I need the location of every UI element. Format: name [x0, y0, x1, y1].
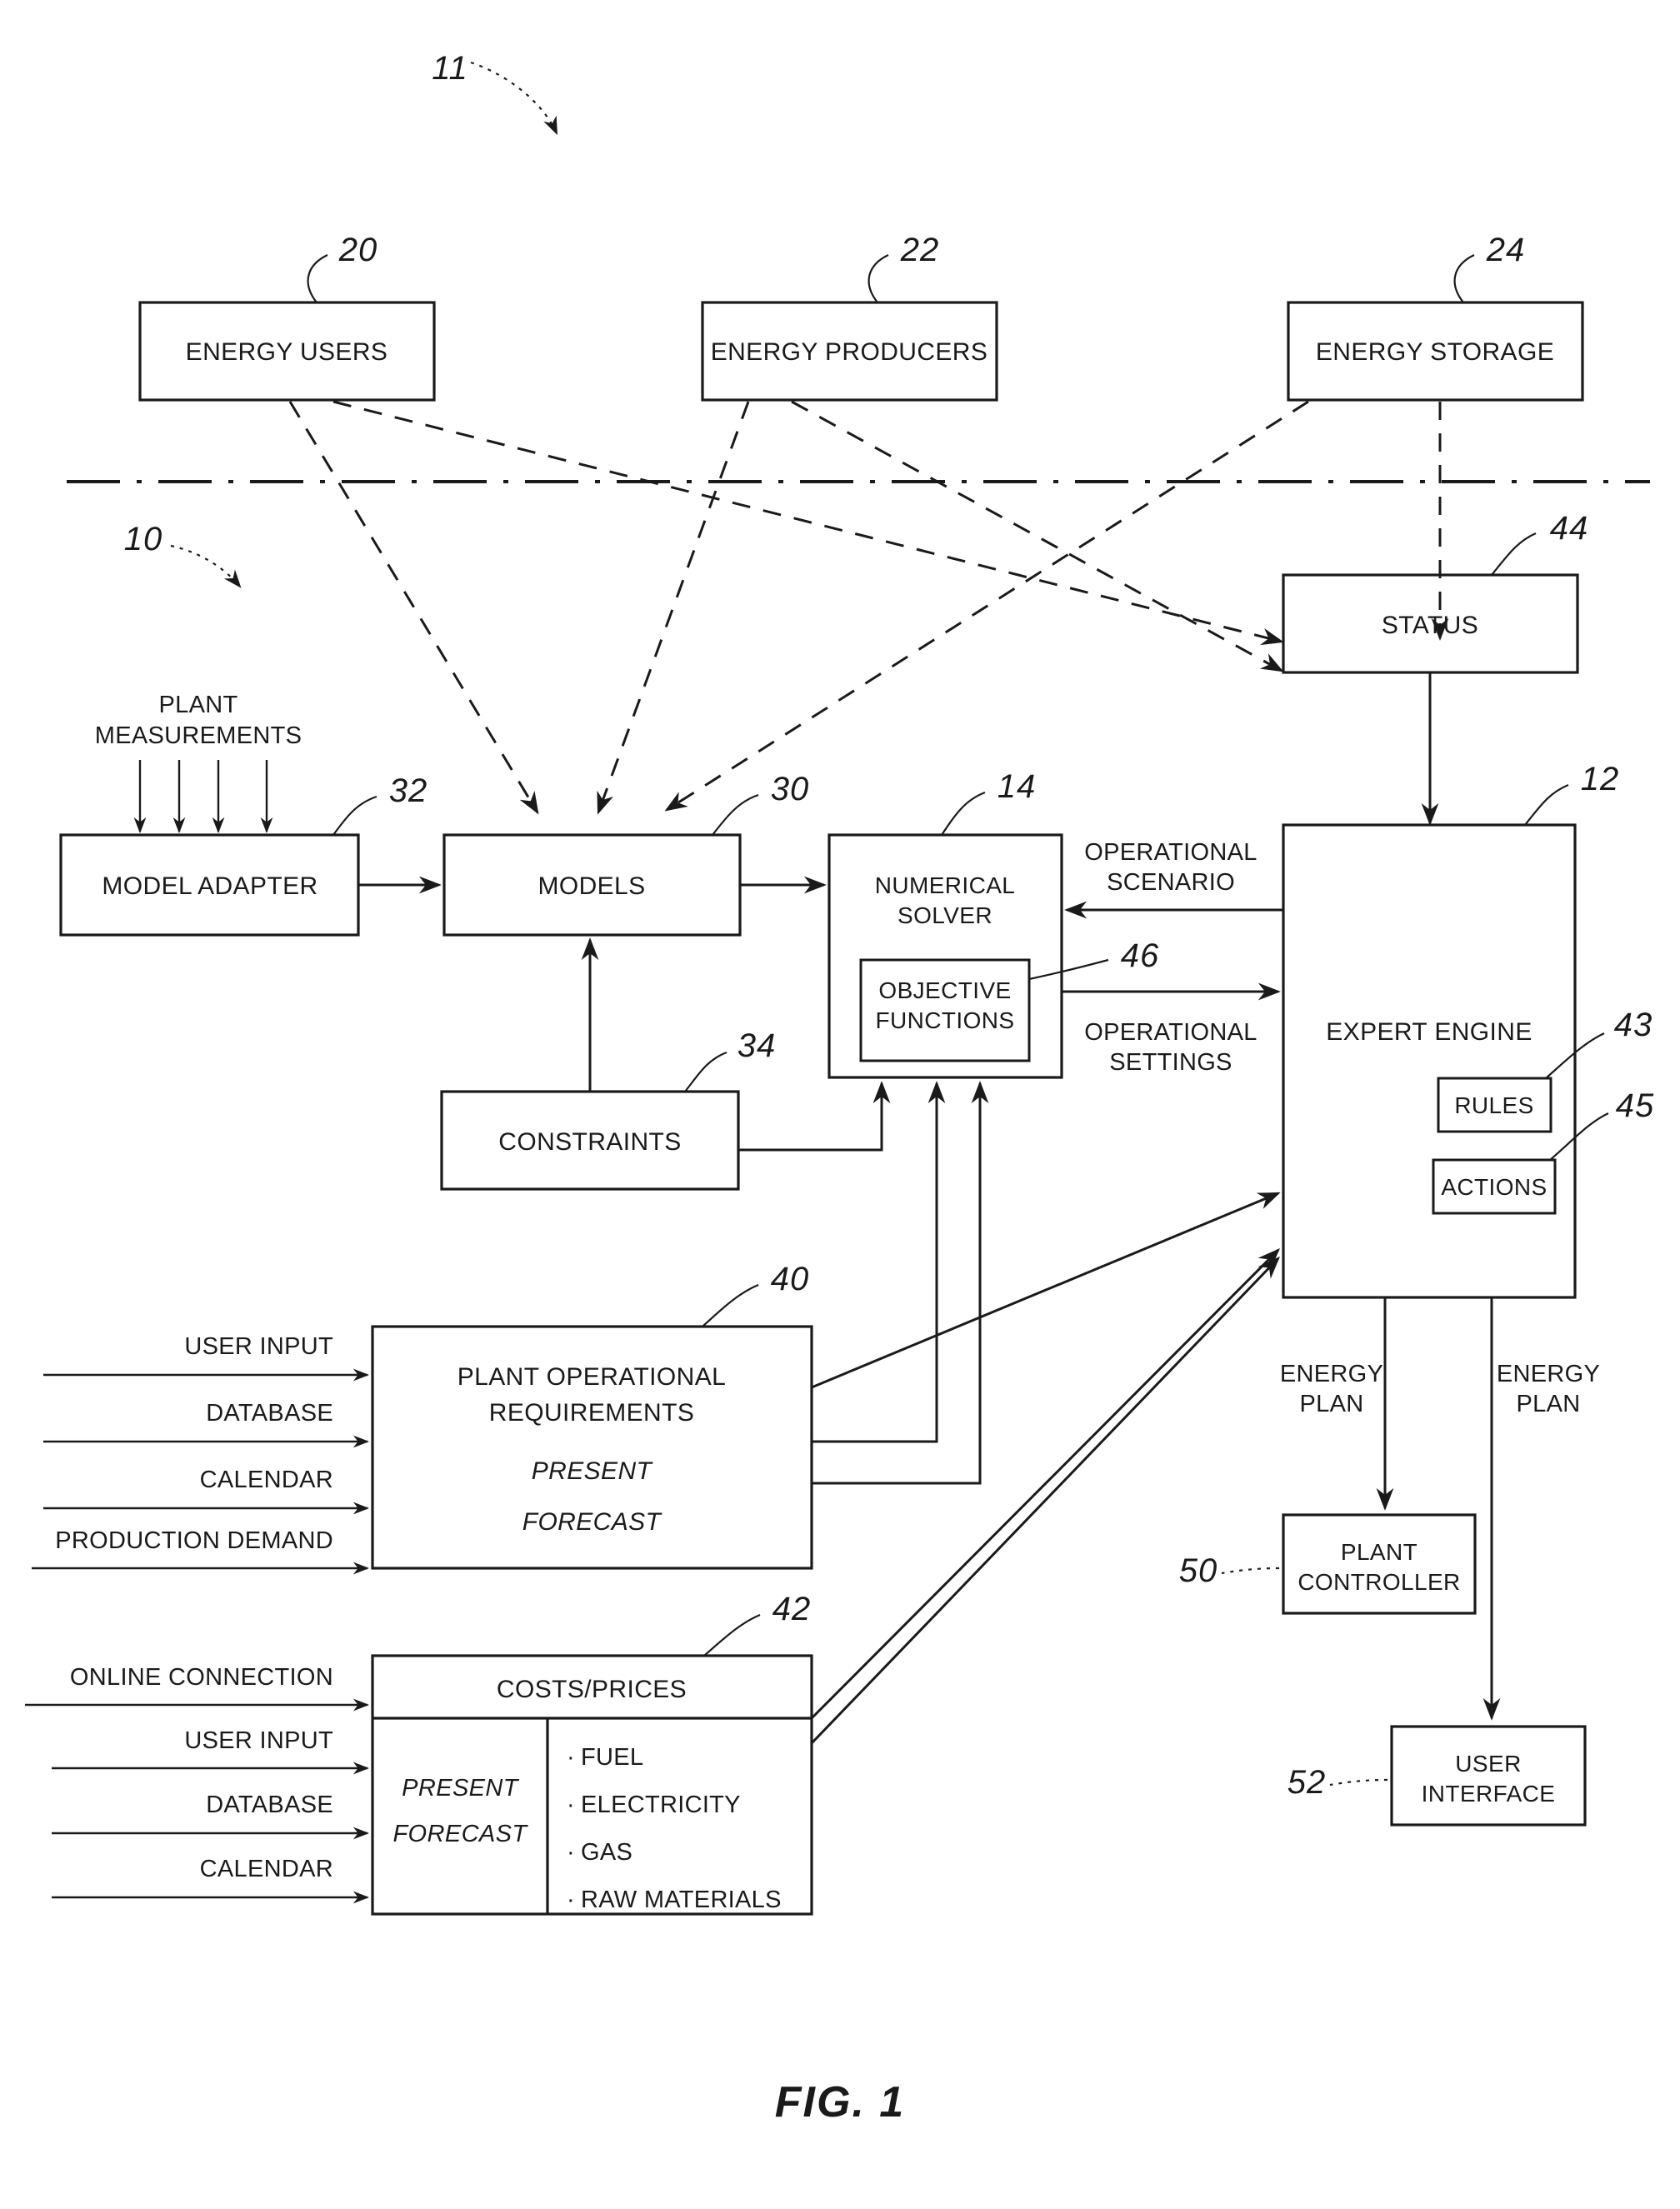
- numerical-solver-label-line1: NUMERICAL: [875, 872, 1016, 898]
- ref-46: 46: [1121, 937, 1160, 974]
- costs-forecast: FORECAST: [392, 1821, 528, 1847]
- energy-producers-label: ENERGY PRODUCERS: [711, 338, 988, 366]
- energy-plan-outputs: ENERGY PLAN ENERGY PLAN: [1280, 1297, 1600, 1721]
- actions-text: ACTIONS: [1441, 1174, 1547, 1200]
- models-label: MODELS: [538, 872, 645, 900]
- energy-plan-a-line1: ENERGY: [1280, 1361, 1383, 1387]
- box-plant-operational-requirements[interactable]: PLANT OPERATIONAL REQUIREMENTS PRESENT F…: [32, 1261, 813, 1575]
- energy-users-label: ENERGY USERS: [186, 338, 388, 366]
- costs-bullet-0: ·: [567, 1744, 575, 1771]
- costs-item-1: ELECTRICITY: [581, 1792, 741, 1818]
- ref-45: 45: [1616, 1087, 1655, 1124]
- ref-40: 40: [771, 1261, 810, 1297]
- numerical-solver-label-line2: SOLVER: [898, 902, 992, 928]
- box-expert-engine[interactable]: EXPERT ENGINE 12 RULES 43 ACTIONS 45: [1282, 761, 1655, 1299]
- energy-storage-label: ENERGY STORAGE: [1316, 338, 1554, 366]
- plant-controller-line2: CONTROLLER: [1298, 1569, 1460, 1595]
- box-models[interactable]: MODELS 30: [442, 771, 827, 937]
- patent-figure-page: ENERGY USERS 20 ENERGY PRODUCERS 22 ENER…: [0, 0, 1680, 2209]
- ref-42: 42: [772, 1591, 812, 1627]
- costs-input-0: ONLINE CONNECTION: [70, 1664, 333, 1691]
- box-plant-controller[interactable]: PLANT CONTROLLER 50: [1179, 1513, 1477, 1615]
- objective-functions-line2: FUNCTIONS: [876, 1007, 1015, 1033]
- ref-20: 20: [338, 232, 378, 268]
- plant-measurements-line2: MEASUREMENTS: [95, 722, 302, 749]
- costs-prices-label: COSTS/PRICES: [497, 1676, 687, 1703]
- box-constraints[interactable]: CONSTRAINTS 34: [440, 937, 891, 1191]
- por-input-0: USER INPUT: [184, 1333, 333, 1360]
- ref-10: 10: [124, 521, 163, 557]
- solver-expert-links: OPERATIONAL SCENARIO OPERATIONAL SETTING…: [1062, 839, 1283, 1076]
- costs-item-2: GAS: [581, 1839, 632, 1866]
- energy-plan-b-line2: PLAN: [1517, 1391, 1581, 1417]
- costs-bullet-2: ·: [567, 1839, 575, 1866]
- objective-functions-line1: OBJECTIVE: [878, 977, 1011, 1003]
- plant-controller-line1: PLANT: [1341, 1539, 1418, 1565]
- ref-30: 30: [771, 771, 810, 807]
- box-energy-storage[interactable]: ENERGY STORAGE 24: [1287, 232, 1584, 402]
- ref-34: 34: [738, 1027, 777, 1064]
- user-interface-line2: INTERFACE: [1422, 1781, 1556, 1807]
- operational-scenario-line1: OPERATIONAL: [1084, 839, 1257, 866]
- box-energy-producers[interactable]: ENERGY PRODUCERS 22: [701, 232, 998, 402]
- por-present: PRESENT: [532, 1457, 654, 1485]
- constraints-label: CONSTRAINTS: [498, 1128, 681, 1156]
- operational-settings-line2: SETTINGS: [1109, 1049, 1232, 1076]
- figure-canvas: ENERGY USERS 20 ENERGY PRODUCERS 22 ENER…: [25, 50, 1655, 2127]
- box-costs-prices[interactable]: COSTS/PRICES PRESENT FORECAST · FUEL · E…: [25, 1591, 813, 1916]
- ref-44: 44: [1550, 510, 1589, 547]
- por-forecast: FORECAST: [522, 1508, 663, 1536]
- ref-12: 12: [1581, 761, 1620, 797]
- expert-engine-label: EXPERT ENGINE: [1326, 1018, 1532, 1046]
- costs-bullet-3: ·: [567, 1887, 575, 1913]
- operational-settings-line1: OPERATIONAL: [1084, 1019, 1257, 1046]
- plant-measurements-line1: PLANT: [159, 692, 238, 718]
- costs-input-1: USER INPUT: [184, 1727, 333, 1754]
- ref-22: 22: [900, 232, 940, 268]
- costs-item-0: FUEL: [581, 1744, 643, 1771]
- costs-input-2: DATABASE: [206, 1792, 333, 1818]
- costs-present: PRESENT: [402, 1775, 520, 1802]
- por-input-2: CALENDAR: [200, 1467, 333, 1493]
- costs-input-3: CALENDAR: [200, 1856, 333, 1882]
- box-energy-users[interactable]: ENERGY USERS 20: [138, 232, 436, 402]
- rules-text: RULES: [1454, 1092, 1533, 1118]
- inner-box-text-overlay: RULES ACTIONS: [1435, 1080, 1553, 1212]
- ref-52: 52: [1288, 1764, 1327, 1801]
- costs-item-3: RAW MATERIALS: [581, 1887, 782, 1913]
- ref-24: 24: [1486, 232, 1526, 268]
- energy-plan-a-line2: PLAN: [1300, 1391, 1364, 1417]
- por-line2: REQUIREMENTS: [489, 1399, 695, 1427]
- box-user-interface[interactable]: USER INTERFACE 52: [1288, 1725, 1587, 1827]
- ref-14: 14: [998, 768, 1037, 805]
- operational-scenario-line2: SCENARIO: [1107, 869, 1235, 896]
- ref-50: 50: [1179, 1552, 1218, 1589]
- por-input-1: DATABASE: [206, 1400, 333, 1427]
- box-status[interactable]: STATUS 44: [1282, 510, 1589, 826]
- costs-bullet-1: ·: [567, 1792, 575, 1818]
- ref-43: 43: [1614, 1007, 1653, 1043]
- model-adapter-label: MODEL ADAPTER: [102, 872, 318, 900]
- por-line1: PLANT OPERATIONAL: [458, 1363, 726, 1391]
- figure-caption: FIG. 1: [775, 2078, 905, 2127]
- ref-32: 32: [389, 772, 428, 809]
- status-label: STATUS: [1382, 612, 1478, 639]
- system-leader-11: [470, 61, 558, 136]
- plant-measurements-input: PLANT MEASUREMENTS: [95, 692, 302, 834]
- box-model-adapter[interactable]: MODEL ADAPTER 32: [59, 772, 442, 937]
- ref-11: 11: [432, 50, 468, 87]
- network-dashed-links: [288, 400, 1449, 815]
- data-feed-links: [810, 1081, 1281, 1745]
- subsystem-leader-10: [170, 544, 242, 588]
- energy-plan-b-line1: ENERGY: [1497, 1361, 1600, 1387]
- user-interface-line1: USER: [1455, 1751, 1521, 1777]
- por-input-3: PRODUCTION DEMAND: [55, 1527, 333, 1554]
